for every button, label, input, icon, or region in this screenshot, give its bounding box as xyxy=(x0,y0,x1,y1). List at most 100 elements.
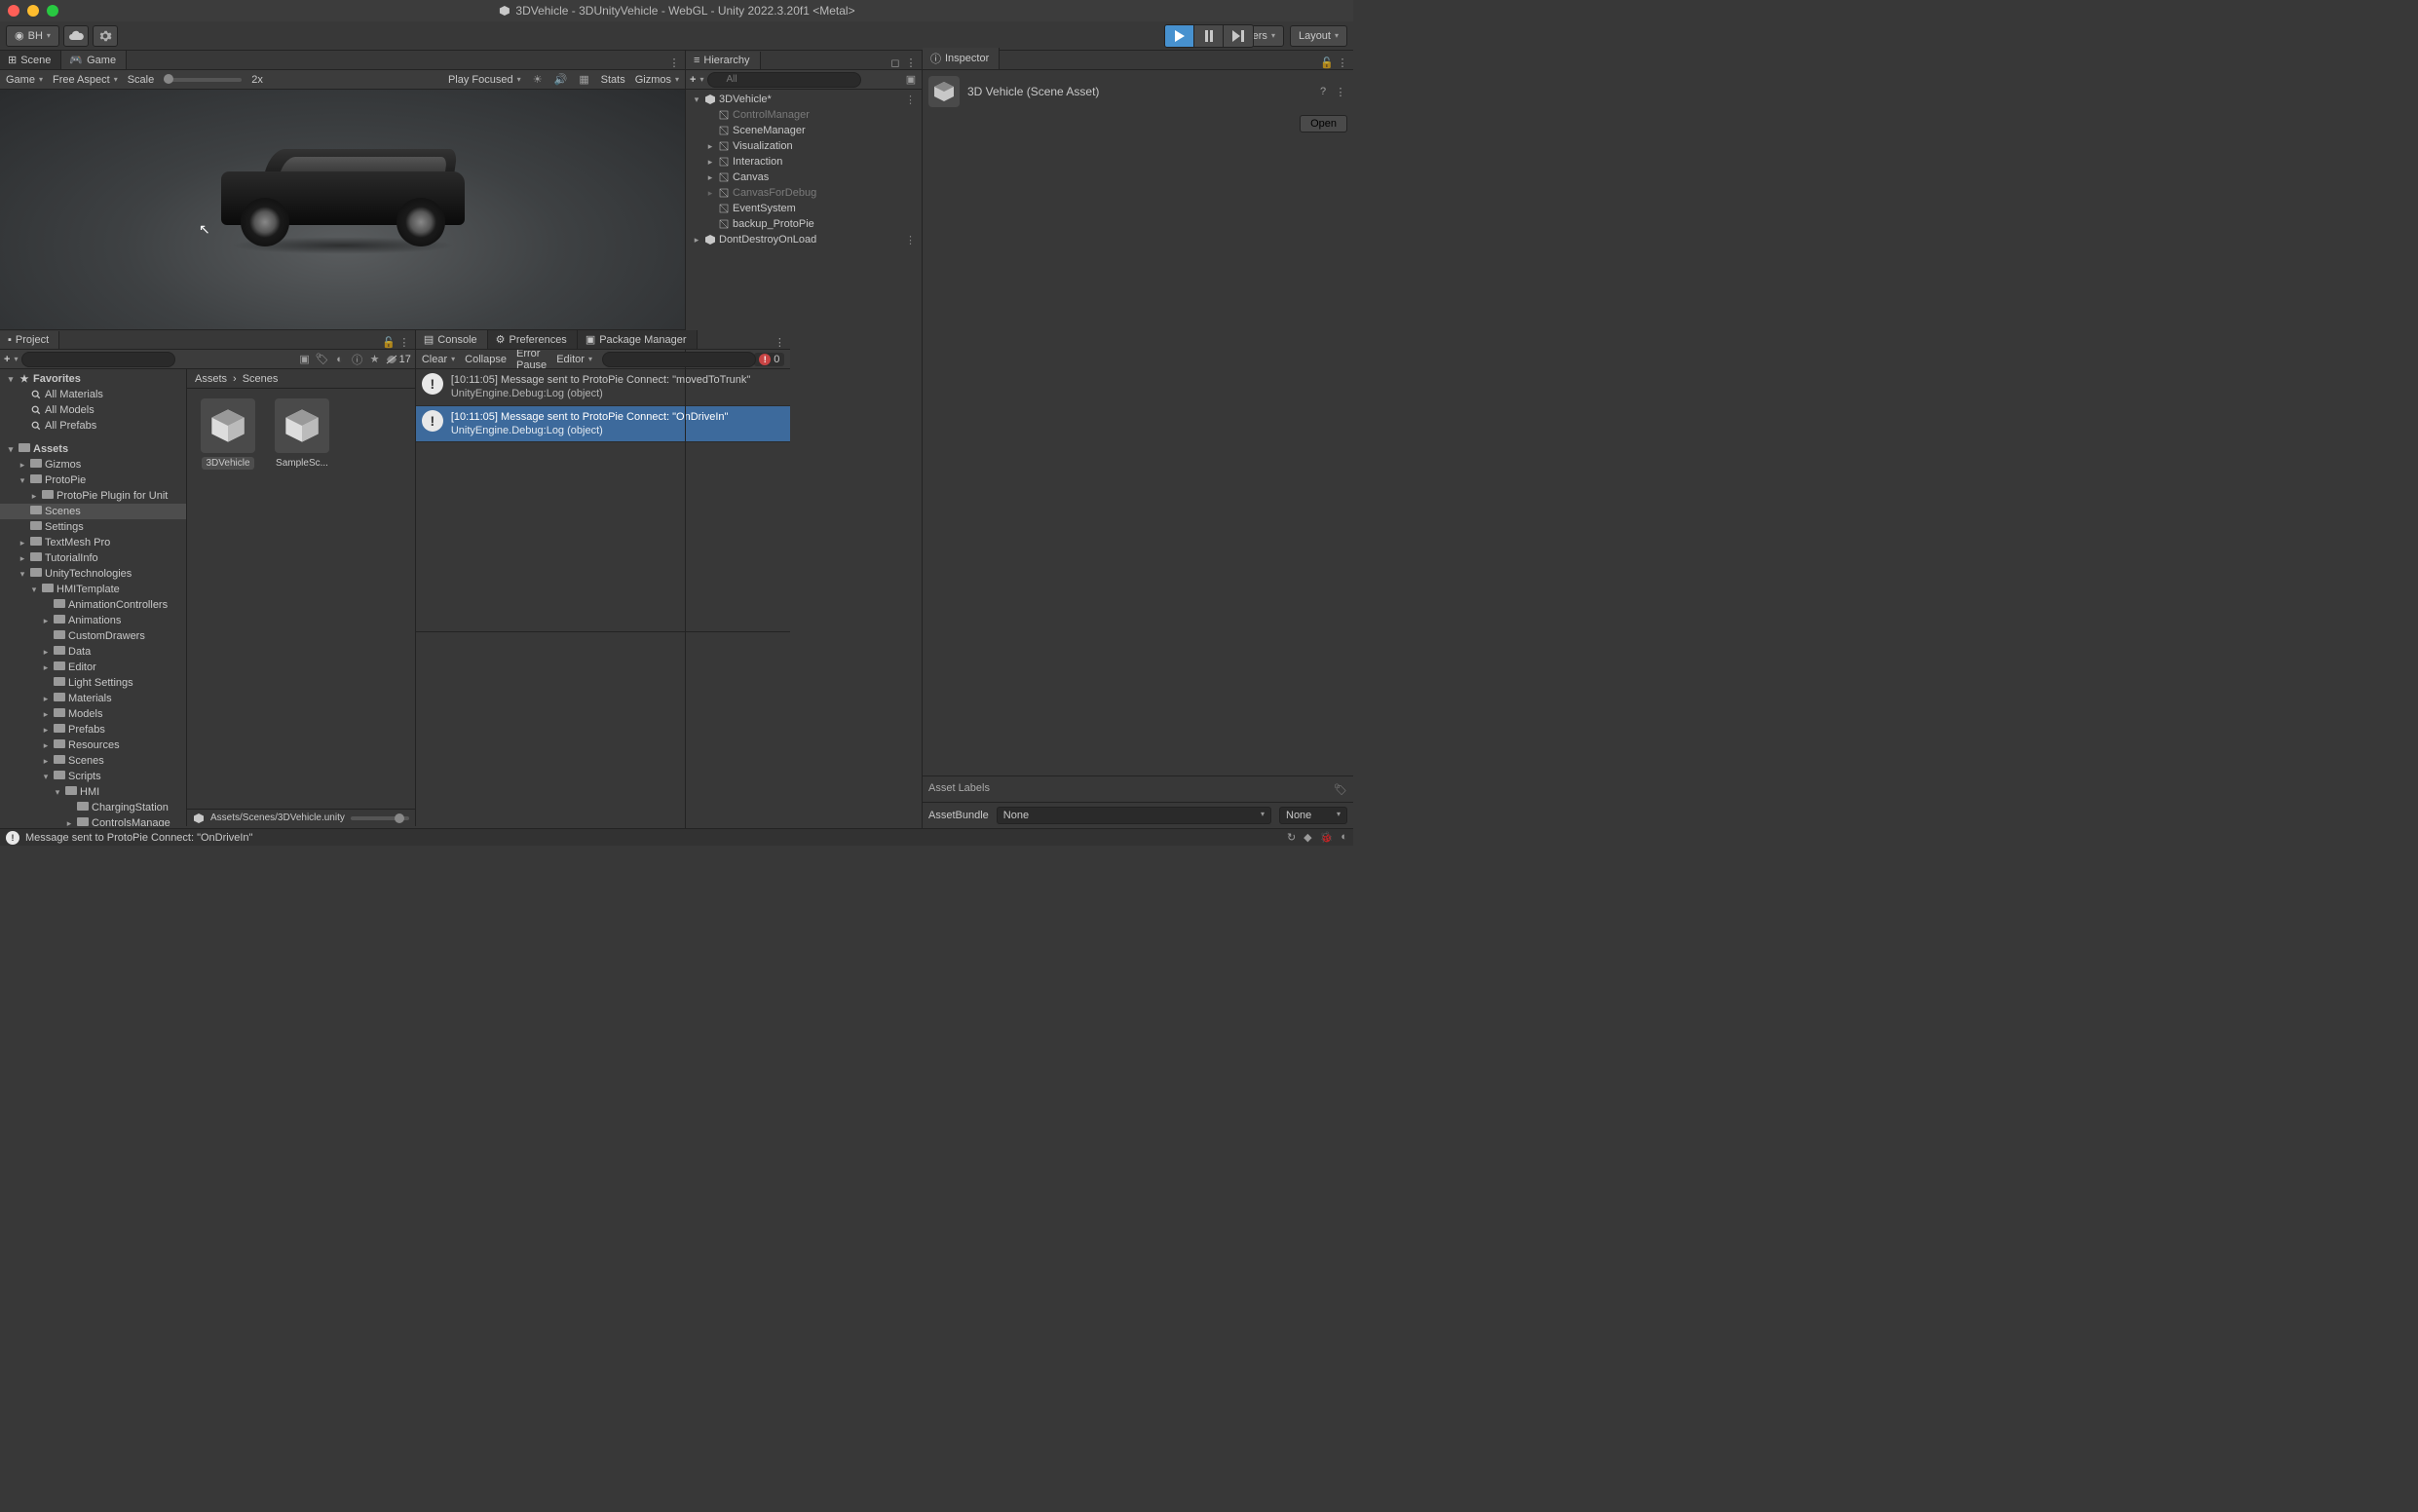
tree-toggle-icon[interactable]: ▾ xyxy=(18,569,27,580)
hierarchy-tree[interactable]: ▾3DVehicle*⋮ControlManagerSceneManager▸V… xyxy=(686,90,922,828)
status-message[interactable]: Message sent to ProtoPie Connect: "OnDri… xyxy=(25,832,252,844)
project-tree-item[interactable]: ▾Scripts xyxy=(0,769,186,784)
tree-toggle-icon[interactable]: ▸ xyxy=(705,157,715,168)
tree-toggle-icon[interactable]: ▾ xyxy=(6,374,16,385)
asset-variant-dropdown[interactable]: None ▾ xyxy=(1279,807,1347,824)
item-menu-icon[interactable]: ⋮ xyxy=(905,234,916,246)
minimize-window-button[interactable] xyxy=(27,5,39,17)
panel-menu-icon[interactable]: ⋮ xyxy=(667,56,681,69)
hidden-packages-icon[interactable]: ⓘ xyxy=(351,353,364,366)
settings-button[interactable] xyxy=(93,25,118,47)
project-tree-item[interactable]: ▾HMI xyxy=(0,784,186,800)
project-tree-item[interactable]: CustomDrawers xyxy=(0,628,186,644)
tree-toggle-icon[interactable]: ▸ xyxy=(29,491,39,502)
asset-item[interactable]: 3DVehicle xyxy=(197,398,259,470)
tree-toggle-icon[interactable]: ▸ xyxy=(18,538,27,548)
game-viewport[interactable]: ↖ xyxy=(0,90,685,329)
panel-menu-icon[interactable]: ⋮ xyxy=(773,335,786,349)
asset-bundle-dropdown[interactable]: None ▾ xyxy=(997,807,1271,824)
scene-tab[interactable]: ⊞ Scene xyxy=(0,51,61,69)
asset-grid[interactable]: 3DVehicleSampleSc... xyxy=(187,389,415,809)
tree-toggle-icon[interactable]: ▾ xyxy=(53,787,62,798)
tree-toggle-icon[interactable]: ▸ xyxy=(64,818,74,827)
layout-dropdown[interactable]: Layout ▾ xyxy=(1290,25,1347,47)
account-dropdown[interactable]: ◉ BH ▾ xyxy=(6,25,59,47)
hierarchy-item[interactable]: ▸CanvasForDebug xyxy=(686,185,922,201)
lock-icon[interactable]: 🔓 xyxy=(382,335,396,349)
tree-toggle-icon[interactable]: ▸ xyxy=(41,756,51,767)
create-dropdown[interactable]: +▾ xyxy=(4,354,18,365)
project-tree-item[interactable]: ▾HMITemplate xyxy=(0,582,186,597)
favorite-icon[interactable]: ★ xyxy=(368,353,382,366)
project-tree-item[interactable]: ▸Gizmos xyxy=(0,457,186,472)
hierarchy-tab[interactable]: ≡ Hierarchy xyxy=(686,52,761,69)
collapse-toggle[interactable]: Collapse xyxy=(465,354,507,365)
console-search-input[interactable] xyxy=(602,352,756,367)
tree-toggle-icon[interactable]: ▸ xyxy=(41,725,51,736)
project-tree-item[interactable]: ▸Editor xyxy=(0,660,186,675)
step-button[interactable] xyxy=(1224,25,1253,47)
save-search-icon[interactable]: ◐ xyxy=(333,353,347,366)
tree-toggle-icon[interactable]: ▸ xyxy=(18,460,27,471)
project-tree-item[interactable]: Settings xyxy=(0,519,186,535)
play-focused-dropdown[interactable]: Play Focused ▾ xyxy=(448,74,521,86)
help-icon[interactable]: ? xyxy=(1316,85,1330,98)
scene-picker-icon[interactable]: ▣ xyxy=(904,73,918,87)
game-mode-dropdown[interactable]: Game ▾ xyxy=(6,74,43,86)
tree-toggle-icon[interactable]: ▸ xyxy=(18,553,27,564)
project-tree-item[interactable]: ▸Materials xyxy=(0,691,186,706)
project-tree-item[interactable]: ▸Animations xyxy=(0,613,186,628)
game-tab[interactable]: 🎮 Game xyxy=(61,51,127,69)
hierarchy-item[interactable]: ▾3DVehicle*⋮ xyxy=(686,92,922,107)
close-window-button[interactable] xyxy=(8,5,19,17)
editor-dropdown[interactable]: Editor ▾ xyxy=(556,354,592,365)
project-tree-item[interactable]: ▸TutorialInfo xyxy=(0,550,186,566)
play-button[interactable] xyxy=(1165,25,1194,47)
project-tree-item[interactable]: ▸Prefabs xyxy=(0,722,186,737)
label-icon[interactable]: 🏷 xyxy=(1334,782,1347,796)
maximize-window-button[interactable] xyxy=(47,5,58,17)
aspect-dropdown[interactable]: Free Aspect ▾ xyxy=(53,74,118,86)
hierarchy-item[interactable]: ▸Canvas xyxy=(686,170,922,185)
breadcrumb-item[interactable]: Assets xyxy=(195,373,227,385)
project-tab[interactable]: ▪ Project xyxy=(0,331,59,349)
search-by-type-icon[interactable]: ▣ xyxy=(298,353,312,366)
hierarchy-item[interactable]: EventSystem xyxy=(686,201,922,216)
project-tree-item[interactable]: All Prefabs xyxy=(0,418,186,434)
gizmos-dropdown[interactable]: Gizmos ▾ xyxy=(635,74,679,86)
hidden-count-badge[interactable]: 17 xyxy=(386,354,411,365)
tree-toggle-icon[interactable]: ▸ xyxy=(41,616,51,626)
tree-toggle-icon[interactable]: ▸ xyxy=(692,235,701,246)
hierarchy-item[interactable]: backup_ProtoPie xyxy=(686,216,922,232)
panel-menu-icon[interactable]: ⋮ xyxy=(1334,85,1347,98)
project-tree-item[interactable]: All Models xyxy=(0,402,186,418)
hierarchy-item[interactable]: SceneManager xyxy=(686,123,922,138)
tree-toggle-icon[interactable]: ▸ xyxy=(705,141,715,152)
console-tab[interactable]: ▤ Console xyxy=(416,330,488,349)
project-tree-item[interactable]: ▾ProtoPie xyxy=(0,472,186,488)
project-tree-item[interactable]: ▸Models xyxy=(0,706,186,722)
panel-menu-icon[interactable]: ⋮ xyxy=(1336,56,1349,69)
project-tree-item[interactable]: ▸Scenes xyxy=(0,753,186,769)
auto-refresh-icon[interactable]: ↻ xyxy=(1287,831,1296,844)
hierarchy-item[interactable]: ControlManager xyxy=(686,107,922,123)
hierarchy-search-input[interactable] xyxy=(707,72,861,88)
tree-toggle-icon[interactable]: ▸ xyxy=(41,740,51,751)
project-tree-item[interactable]: ▾Assets xyxy=(0,441,186,457)
stats-button[interactable]: Stats xyxy=(601,74,625,86)
tree-toggle-icon[interactable]: ▸ xyxy=(41,694,51,704)
project-tree-item[interactable]: AnimationControllers xyxy=(0,597,186,613)
maximize-icon[interactable]: ◻ xyxy=(888,56,902,69)
thumbnail-size-slider[interactable] xyxy=(351,816,409,820)
mute-audio-icon[interactable]: ☀ xyxy=(531,73,545,87)
project-tree-item[interactable]: ▸ControlsManage xyxy=(0,815,186,826)
project-tree-item[interactable]: ▸Resources xyxy=(0,737,186,753)
progress-icon[interactable]: ◐ xyxy=(1341,831,1347,844)
project-tree-item[interactable]: ▾★Favorites xyxy=(0,371,186,387)
lock-icon[interactable]: 🔓 xyxy=(1320,56,1334,69)
inspector-tab[interactable]: ⓘ Inspector xyxy=(923,48,1000,69)
project-tree-item[interactable]: ▸TextMesh Pro xyxy=(0,535,186,550)
project-search-input[interactable] xyxy=(21,352,175,367)
activity-icon[interactable]: ◆ xyxy=(1303,831,1311,844)
tree-toggle-icon[interactable]: ▸ xyxy=(705,172,715,183)
